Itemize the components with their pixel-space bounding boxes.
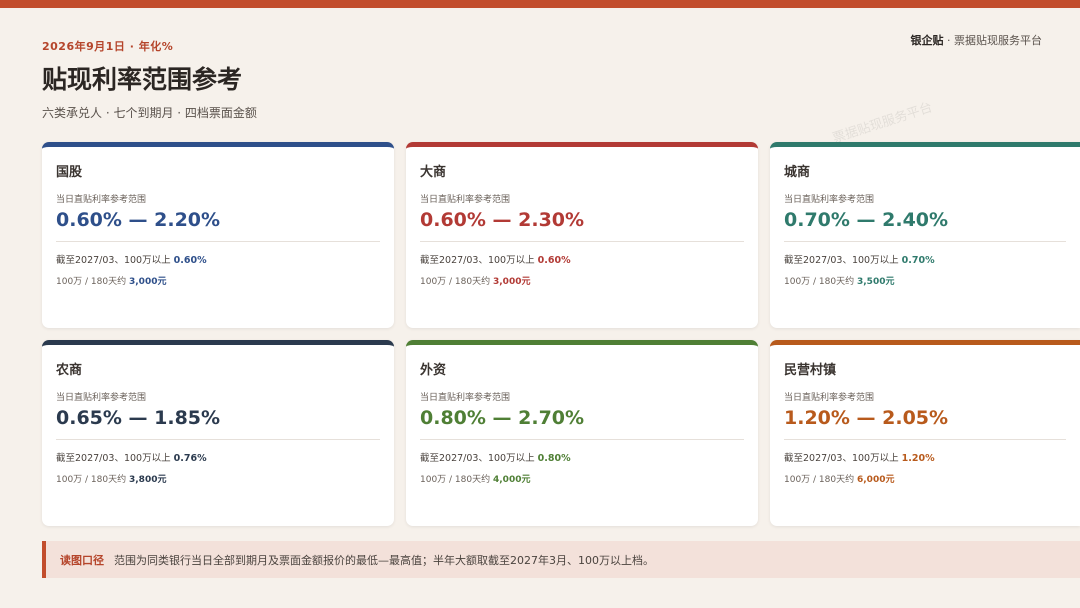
rate-card-dashang: 大商 当日直贴利率参考范围 0.60% — 2.30% 截至2027/03、10… [406,142,758,328]
rate-line-prefix: 截至2027/03、100万以上 [420,255,535,266]
card-range-label: 当日直贴利率参考范围 [56,393,147,403]
card-title: 民营村镇 [784,363,837,378]
card-rate-line: 截至2027/03、100万以上 0.70% [784,252,1066,266]
rate-card-minying: 民营村镇 当日直贴利率参考范围 1.20% — 2.05% 截至2027/03、… [770,340,1080,526]
card-range-value: 0.80% — 2.70% [420,407,585,429]
brand-tagline: · 票据贴现服务平台 [947,34,1042,47]
card-cost-line: 100万 / 180天约 3,800元 [56,472,380,485]
card-title: 农商 [56,363,83,378]
cost-line-prefix: 100万 / 180天约 [784,475,855,485]
card-title: 大商 [420,165,447,180]
card-rate-line: 截至2027/03、100万以上 0.76% [56,450,380,464]
card-rate-line: 截至2027/03、100万以上 0.60% [420,252,744,266]
reading-note: 读图口径 范围为同类银行当日全部到期月及票面金额报价的最低—最高值；半年大额取截… [42,541,1080,578]
card-range-value: 0.60% — 2.20% [56,209,221,231]
card-title: 城商 [784,165,811,180]
cost-line-prefix: 100万 / 180天约 [420,475,491,485]
card-rate-line: 截至2027/03、100万以上 0.80% [420,450,744,464]
card-rate-value: 0.80% [537,453,571,464]
cost-line-prefix: 100万 / 180天约 [420,277,491,287]
card-cost-line: 100万 / 180天约 3,000元 [420,274,744,287]
card-range-value: 0.70% — 2.40% [784,209,949,231]
card-range-label: 当日直贴利率参考范围 [420,195,511,205]
watermark: 票据贴现服务平台 [830,100,935,147]
rate-line-prefix: 截至2027/03、100万以上 [784,255,899,266]
rate-line-prefix: 截至2027/03、100万以上 [420,453,535,464]
rate-card-nongshang: 农商 当日直贴利率参考范围 0.65% — 1.85% 截至2027/03、10… [42,340,394,526]
card-range-value: 0.60% — 2.30% [420,209,585,231]
card-cost-line: 100万 / 180天约 4,000元 [420,472,744,485]
card-divider [56,241,380,242]
card-rate-value: 1.20% [901,453,935,464]
card-range-label: 当日直贴利率参考范围 [420,393,511,403]
note-text: 范围为同类银行当日全部到期月及票面金额报价的最低—最高值；半年大额取截至2027… [114,553,654,567]
card-range-value: 0.65% — 1.85% [56,407,221,429]
card-range-label: 当日直贴利率参考范围 [56,195,147,205]
rate-line-prefix: 截至2027/03、100万以上 [56,255,171,266]
card-cost-value: 6,000元 [857,475,895,485]
note-label: 读图口径 [60,553,104,567]
brand-name: 银企贴 [910,34,944,47]
cost-line-prefix: 100万 / 180天约 [784,277,855,287]
cost-line-prefix: 100万 / 180天约 [56,475,127,485]
card-range-label: 当日直贴利率参考范围 [784,393,875,403]
card-cost-value: 3,500元 [857,277,895,287]
card-cost-line: 100万 / 180天约 3,500元 [784,274,1066,287]
card-range-label: 当日直贴利率参考范围 [784,195,875,205]
card-cost-value: 3,800元 [129,475,167,485]
cost-line-prefix: 100万 / 180天约 [56,277,127,287]
card-cost-line: 100万 / 180天约 6,000元 [784,472,1066,485]
card-rate-line: 截至2027/03、100万以上 0.60% [56,252,380,266]
card-divider [784,241,1066,242]
rate-card-waizi: 外资 当日直贴利率参考范围 0.80% — 2.70% 截至2027/03、10… [406,340,758,526]
card-rate-line: 截至2027/03、100万以上 1.20% [784,450,1066,464]
rate-line-prefix: 截至2027/03、100万以上 [784,453,899,464]
rate-line-prefix: 截至2027/03、100万以上 [56,453,171,464]
card-title: 外资 [420,363,447,378]
card-divider [420,439,744,440]
rate-card-guogu: 国股 当日直贴利率参考范围 0.60% — 2.20% 截至2027/03、10… [42,142,394,328]
card-rate-value: 0.60% [173,255,207,266]
rate-card-chengshang: 城商 当日直贴利率参考范围 0.70% — 2.40% 截至2027/03、10… [770,142,1080,328]
card-divider [56,439,380,440]
card-cost-value: 3,000元 [493,277,531,287]
card-divider [784,439,1066,440]
card-title: 国股 [56,165,83,180]
card-rate-value: 0.60% [537,255,571,266]
card-cost-value: 3,000元 [129,277,167,287]
top-accent-bar [0,0,1080,8]
card-range-value: 1.20% — 2.05% [784,407,949,429]
card-rate-value: 0.76% [173,453,207,464]
page-title: 贴现利率范围参考 [42,65,243,94]
date-label: 2026年9月1日 · 年化% [42,40,174,53]
card-cost-line: 100万 / 180天约 3,000元 [56,274,380,287]
brand: 银企贴 · 票据贴现服务平台 [911,32,1043,48]
card-divider [420,241,744,242]
card-cost-value: 4,000元 [493,475,531,485]
card-rate-value: 0.70% [901,255,935,266]
page-subtitle: 六类承兑人 · 七个到期月 · 四档票面金额 [42,106,257,120]
